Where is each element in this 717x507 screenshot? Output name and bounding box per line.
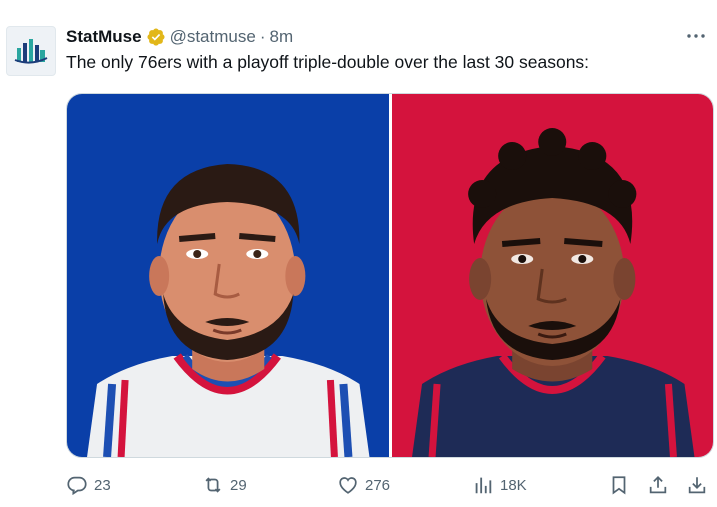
reply-button[interactable]: 23 — [66, 474, 111, 496]
heart-icon — [339, 477, 357, 494]
separator-dot: · — [259, 27, 266, 46]
statmuse-logo — [14, 39, 48, 64]
download-icon — [688, 477, 706, 494]
player-illustration-left — [87, 164, 370, 457]
player-illustration-right — [411, 128, 694, 457]
handle[interactable]: @statmuse — [170, 27, 256, 47]
media-image-left[interactable] — [67, 94, 389, 457]
like-count: 276 — [365, 476, 391, 494]
media-image-right[interactable] — [391, 94, 713, 457]
reply-count: 23 — [94, 476, 111, 494]
repost-button[interactable]: 29 — [202, 474, 247, 496]
share-icon — [649, 475, 667, 494]
repost-icon — [205, 477, 221, 493]
like-button[interactable]: 276 — [337, 474, 390, 496]
share-button[interactable] — [647, 474, 669, 496]
views-button[interactable]: 18K — [472, 474, 527, 496]
reply-icon — [67, 476, 87, 496]
view-count: 18K — [500, 476, 527, 494]
avatar[interactable] — [6, 26, 56, 76]
analytics-icon — [475, 477, 492, 494]
timestamp[interactable]: 8m — [269, 27, 293, 47]
tweet-text: The only 76ers with a playoff triple-dou… — [66, 52, 590, 72]
verified-badge-icon[interactable] — [146, 27, 166, 47]
bookmark-button[interactable] — [608, 474, 630, 496]
ellipsis-icon — [687, 34, 705, 38]
more-options-button[interactable] — [683, 26, 709, 46]
bookmark-icon — [612, 476, 626, 495]
display-name[interactable]: StatMuse — [66, 27, 142, 47]
tweet-header: StatMuse @statmuse · 8m — [66, 26, 293, 48]
media-grid[interactable] — [66, 93, 714, 458]
action-bar: 23 29 276 18K — [66, 474, 712, 498]
download-button[interactable] — [686, 474, 708, 496]
tweet-card[interactable]: StatMuse @statmuse · 8m The only 76ers w… — [0, 0, 717, 507]
repost-count: 29 — [230, 476, 247, 494]
